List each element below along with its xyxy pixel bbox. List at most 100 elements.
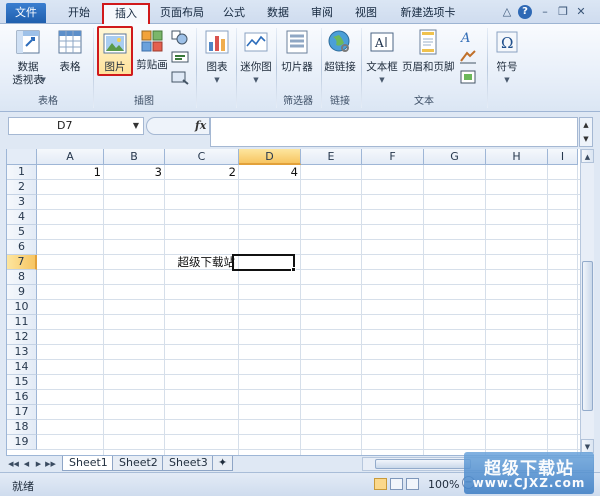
- tab-home[interactable]: 开始: [58, 3, 100, 24]
- horizontal-scroll-thumb[interactable]: [375, 459, 471, 469]
- next-sheet-icon[interactable]: ▶: [33, 458, 44, 470]
- chevron-down-icon[interactable]: ▼: [133, 118, 139, 134]
- shapes-icon: [171, 30, 188, 45]
- column-header-g[interactable]: G: [424, 149, 486, 165]
- page-break-view-icon[interactable]: [406, 478, 419, 490]
- tab-new[interactable]: 新建选项卡: [392, 3, 464, 24]
- last-sheet-icon[interactable]: ▶▶: [45, 458, 56, 470]
- ribbon-tab-bar: 文件 开始 插入 页面布局 公式 数据 审阅 视图 新建选项卡 △ ? – ❐ …: [0, 0, 600, 24]
- row-header-7[interactable]: 7: [7, 255, 37, 270]
- chart-button[interactable]: 图表 ▼: [200, 26, 234, 92]
- column-header-i[interactable]: I: [548, 149, 578, 165]
- shapes-button[interactable]: [170, 28, 190, 46]
- first-sheet-icon[interactable]: ◀◀: [8, 458, 19, 470]
- row-header-8[interactable]: 8: [7, 270, 37, 285]
- cell-B1[interactable]: 3: [104, 165, 165, 180]
- name-box[interactable]: D7 ▼: [8, 117, 144, 135]
- textbox-button[interactable]: A 文本框 ▼: [364, 26, 400, 92]
- insert-function-icon[interactable]: fx: [195, 119, 206, 132]
- sheet-tab-sheet1[interactable]: Sheet1: [62, 456, 115, 471]
- grid-hline: [37, 254, 580, 255]
- fill-handle[interactable]: [291, 267, 296, 272]
- row-header-2[interactable]: 2: [7, 180, 37, 195]
- tab-page-layout[interactable]: 页面布局: [154, 3, 210, 24]
- table-button[interactable]: 表格: [52, 26, 88, 92]
- tab-formulas[interactable]: 公式: [214, 3, 254, 24]
- active-cell-D7[interactable]: [232, 254, 295, 271]
- minimize-icon[interactable]: –: [538, 5, 552, 19]
- row-header-10[interactable]: 10: [7, 300, 37, 315]
- hyperlink-button[interactable]: 超链接: [323, 26, 357, 92]
- pivot-table-button[interactable]: 数据 透视表 ▼: [8, 26, 48, 92]
- smartart-button[interactable]: [170, 48, 190, 66]
- restore-icon[interactable]: ❐: [556, 5, 570, 19]
- cell-C1[interactable]: 2: [165, 165, 239, 180]
- scroll-down-icon[interactable]: ▼: [581, 439, 594, 453]
- column-header-c[interactable]: C: [165, 149, 239, 165]
- vertical-scrollbar[interactable]: ▲ ▼: [580, 149, 594, 455]
- grid-hline: [37, 269, 580, 270]
- object-button[interactable]: [458, 68, 478, 86]
- column-header-b[interactable]: B: [104, 149, 165, 165]
- sparkline-button[interactable]: 迷你图 ▼: [238, 26, 274, 92]
- formula-bar-expand[interactable]: ▲ ▼: [579, 117, 593, 147]
- help-icon[interactable]: ?: [518, 5, 532, 19]
- tab-data[interactable]: 数据: [258, 3, 298, 24]
- cell-C7[interactable]: 超级下载站: [162, 255, 238, 270]
- row-header-15[interactable]: 15: [7, 375, 37, 390]
- row-header-5[interactable]: 5: [7, 225, 37, 240]
- cell-A1[interactable]: 1: [37, 165, 104, 180]
- tab-view[interactable]: 视图: [346, 3, 386, 24]
- row-header-12[interactable]: 12: [7, 330, 37, 345]
- symbol-button[interactable]: Ω 符号 ▼: [490, 26, 524, 92]
- ribbon-collapse-icon[interactable]: △: [500, 5, 514, 19]
- column-header-e[interactable]: E: [301, 149, 362, 165]
- row-header-6[interactable]: 6: [7, 240, 37, 255]
- group-label-tables: 表格: [38, 96, 58, 107]
- row-header-11[interactable]: 11: [7, 315, 37, 330]
- picture-button[interactable]: 图片: [97, 26, 133, 76]
- prev-sheet-icon[interactable]: ◀: [21, 458, 32, 470]
- cell-D1[interactable]: 4: [239, 165, 301, 180]
- screenshot-button[interactable]: [170, 68, 190, 86]
- row-header-17[interactable]: 17: [7, 405, 37, 420]
- normal-view-icon[interactable]: [374, 478, 387, 490]
- row-header-13[interactable]: 13: [7, 345, 37, 360]
- sheet-tab-sheet3[interactable]: Sheet3: [162, 456, 215, 471]
- insert-sheet-icon[interactable]: ✦: [212, 456, 234, 471]
- row-header-1[interactable]: 1: [7, 165, 37, 180]
- header-footer-button[interactable]: 页眉和页脚: [402, 26, 455, 92]
- sheet-tab-sheet2[interactable]: Sheet2: [112, 456, 165, 471]
- tab-review[interactable]: 审阅: [302, 3, 342, 24]
- tab-file[interactable]: 文件: [6, 3, 46, 23]
- scroll-up-icon[interactable]: ▲: [581, 149, 594, 163]
- row-header-19[interactable]: 19: [7, 435, 37, 450]
- screenshot-icon: [171, 71, 189, 85]
- column-header-d[interactable]: D: [239, 149, 301, 165]
- tab-insert[interactable]: 插入: [102, 3, 150, 24]
- select-all-corner[interactable]: [7, 149, 37, 165]
- worksheet-grid[interactable]: ABCDEFGHI 1 2 3 4 5 6 7 8 9 10 11 12 13 14 15 16 17 18 19 …: [6, 149, 580, 455]
- row-header-16[interactable]: 16: [7, 390, 37, 405]
- vertical-scroll-thumb[interactable]: [582, 261, 593, 411]
- column-header-a[interactable]: A: [37, 149, 104, 165]
- clipart-icon: [141, 30, 163, 52]
- textbox-icon: A: [370, 32, 394, 52]
- row-header-4[interactable]: 4: [7, 210, 37, 225]
- formula-input[interactable]: [210, 117, 578, 147]
- slicer-button[interactable]: 切片器: [278, 26, 316, 92]
- page-layout-view-icon[interactable]: [390, 478, 403, 490]
- clipart-button[interactable]: 剪贴画: [136, 26, 168, 76]
- row-header-18[interactable]: 18: [7, 420, 37, 435]
- svg-text:A: A: [460, 31, 470, 46]
- signature-line-button[interactable]: [458, 48, 478, 66]
- row-header-14[interactable]: 14: [7, 360, 37, 375]
- name-box-value: D7: [57, 119, 73, 132]
- wordart-button[interactable]: A: [458, 28, 478, 46]
- close-icon[interactable]: ✕: [574, 5, 588, 19]
- column-header-h[interactable]: H: [486, 149, 548, 165]
- column-header-f[interactable]: F: [362, 149, 424, 165]
- row-header-3[interactable]: 3: [7, 195, 37, 210]
- row-header-9[interactable]: 9: [7, 285, 37, 300]
- zoom-level[interactable]: 100%: [428, 478, 459, 491]
